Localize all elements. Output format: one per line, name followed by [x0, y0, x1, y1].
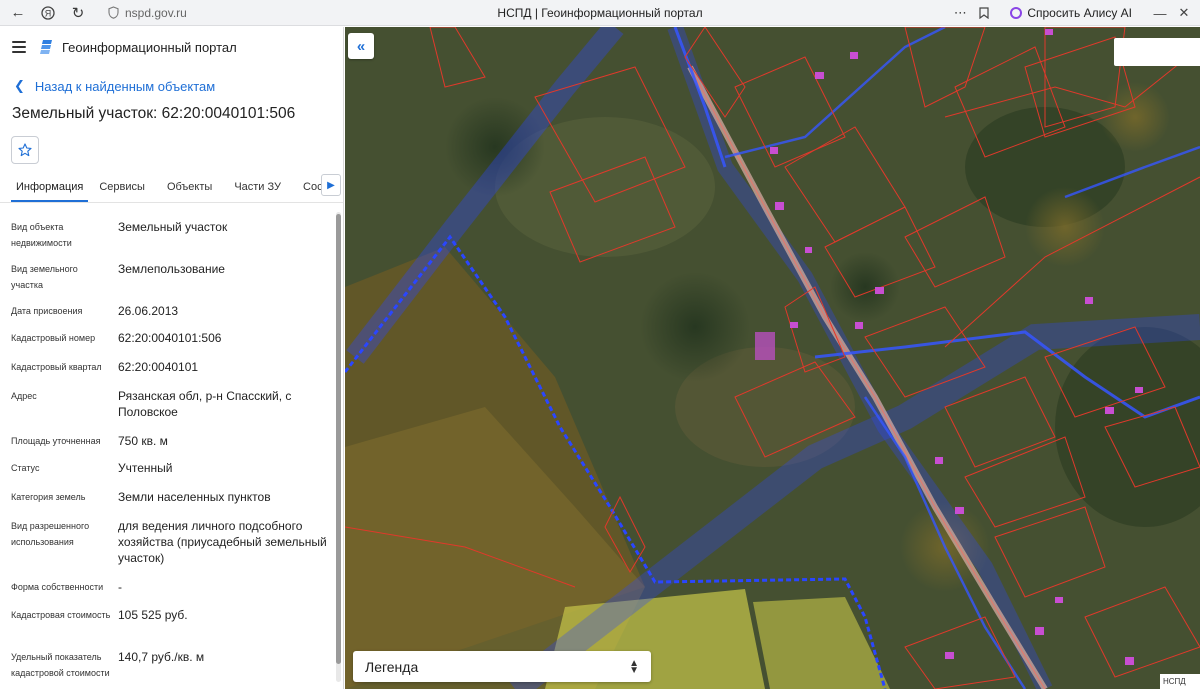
map-search-box[interactable]	[1114, 38, 1200, 66]
legend-label: Легенда	[365, 658, 419, 675]
chevron-left-icon: ❮	[14, 78, 25, 93]
map-attribution: НСПД	[1160, 674, 1200, 689]
attribute-key: Статус	[11, 463, 40, 473]
tab-objects[interactable]: Объекты	[167, 175, 223, 202]
back-to-results-link[interactable]: ❮ Назад к найденным объектам	[14, 77, 343, 95]
back-arrow-icon[interactable]: ←	[6, 2, 30, 24]
attribute-key: Кадастровая стоимость	[11, 610, 111, 620]
attribute-key: Форма собственности	[11, 582, 104, 592]
attribute-key: Вид разрешенного использования	[11, 521, 90, 547]
address-bar[interactable]: nspd.gov.ru	[100, 3, 195, 23]
attribute-key: Дата присвоения	[11, 306, 83, 316]
tabs-scroll-right-button[interactable]: ▶	[321, 174, 341, 196]
attribute-key: Удельный показатель кадастровой стоимост…	[11, 652, 110, 678]
app-header: Геоинформационный портал	[0, 27, 343, 67]
shield-icon	[108, 6, 119, 19]
object-title: Земельный участок: 62:20:0040101:506	[12, 105, 296, 122]
close-icon[interactable]: ✕	[1172, 2, 1196, 24]
tab-parts[interactable]: Части ЗУ	[234, 175, 292, 202]
attribute-value: Земли населенных пунктов	[118, 490, 271, 504]
tab-title: НСПД | Геоинформационный портал	[497, 5, 703, 20]
reload-icon[interactable]: ↻	[66, 2, 90, 24]
back-link-label: Назад к найденным объектам	[34, 78, 216, 94]
tab-services[interactable]: Сервисы	[99, 175, 156, 202]
attribute-key: Вид земельного участка	[11, 264, 78, 290]
yandex-logo-icon[interactable]: Я	[36, 2, 60, 24]
browser-toolbar: ← Я ↻ nspd.gov.ru НСПД | Геоинформационн…	[0, 0, 1200, 26]
attribute-value: Земельный участок	[118, 220, 228, 234]
map-canvas[interactable]	[345, 27, 1200, 689]
attribute-value: 750 кв. м	[118, 434, 168, 448]
url-text: nspd.gov.ru	[125, 5, 187, 20]
ask-alice-button[interactable]: Спросить Алису AI	[1002, 3, 1140, 23]
satellite-map[interactable]	[345, 27, 1200, 689]
minimize-icon[interactable]: —	[1148, 2, 1172, 24]
chevron-up-down-icon: ▲ ▼	[629, 657, 639, 676]
menu-icon[interactable]	[12, 41, 26, 53]
attribute-value: 105 525 руб.	[118, 608, 188, 622]
tab-information[interactable]: Информация	[11, 175, 89, 202]
collapse-panel-button[interactable]: «	[348, 33, 374, 59]
app-title: Геоинформационный портал	[62, 39, 237, 55]
alice-icon	[1010, 7, 1023, 19]
attribute-key: Кадастровый квартал	[11, 362, 102, 372]
attribute-value: Рязанская обл, р-н Спасский, с Половское	[118, 389, 292, 419]
svg-text:Я: Я	[45, 8, 52, 18]
attribute-value: 140,7 руб./кв. м	[118, 650, 205, 664]
attribute-key: Кадастровый номер	[11, 333, 96, 343]
ask-alice-label: Спросить Алису AI	[1027, 6, 1132, 20]
attribute-key: Вид объекта недвижимости	[11, 222, 72, 248]
object-tabs: Информация Сервисы Объекты Части ЗУ Сост…	[0, 174, 343, 203]
attribute-value: для ведения личного подсобного хозяйства…	[118, 519, 327, 565]
attribute-value: -	[118, 580, 122, 594]
bookmark-icon[interactable]	[972, 2, 996, 24]
favorite-button[interactable]	[11, 136, 39, 164]
legend-selector[interactable]: Легенда ▲ ▼	[353, 651, 651, 682]
attribute-value: 62:20:0040101:506	[118, 331, 222, 345]
attribute-value: Землепользование	[118, 262, 225, 276]
attribute-value: Учтенный	[118, 461, 173, 475]
portal-logo-icon	[40, 40, 52, 54]
attribute-key: Площадь уточненная	[11, 436, 101, 446]
attribute-key: Категория земель	[11, 492, 86, 502]
attribute-value: 26.06.2013	[118, 304, 179, 318]
scrollbar-thumb[interactable]	[336, 214, 341, 664]
panel-scrollbar[interactable]	[336, 212, 341, 682]
more-menu-icon[interactable]: ⋯	[948, 2, 972, 24]
attribute-value: 62:20:0040101	[118, 360, 199, 374]
star-icon	[18, 143, 32, 157]
attribute-key: Адрес	[11, 391, 37, 401]
object-info-panel: Геоинформационный портал ❮ Назад к найде…	[0, 27, 344, 689]
